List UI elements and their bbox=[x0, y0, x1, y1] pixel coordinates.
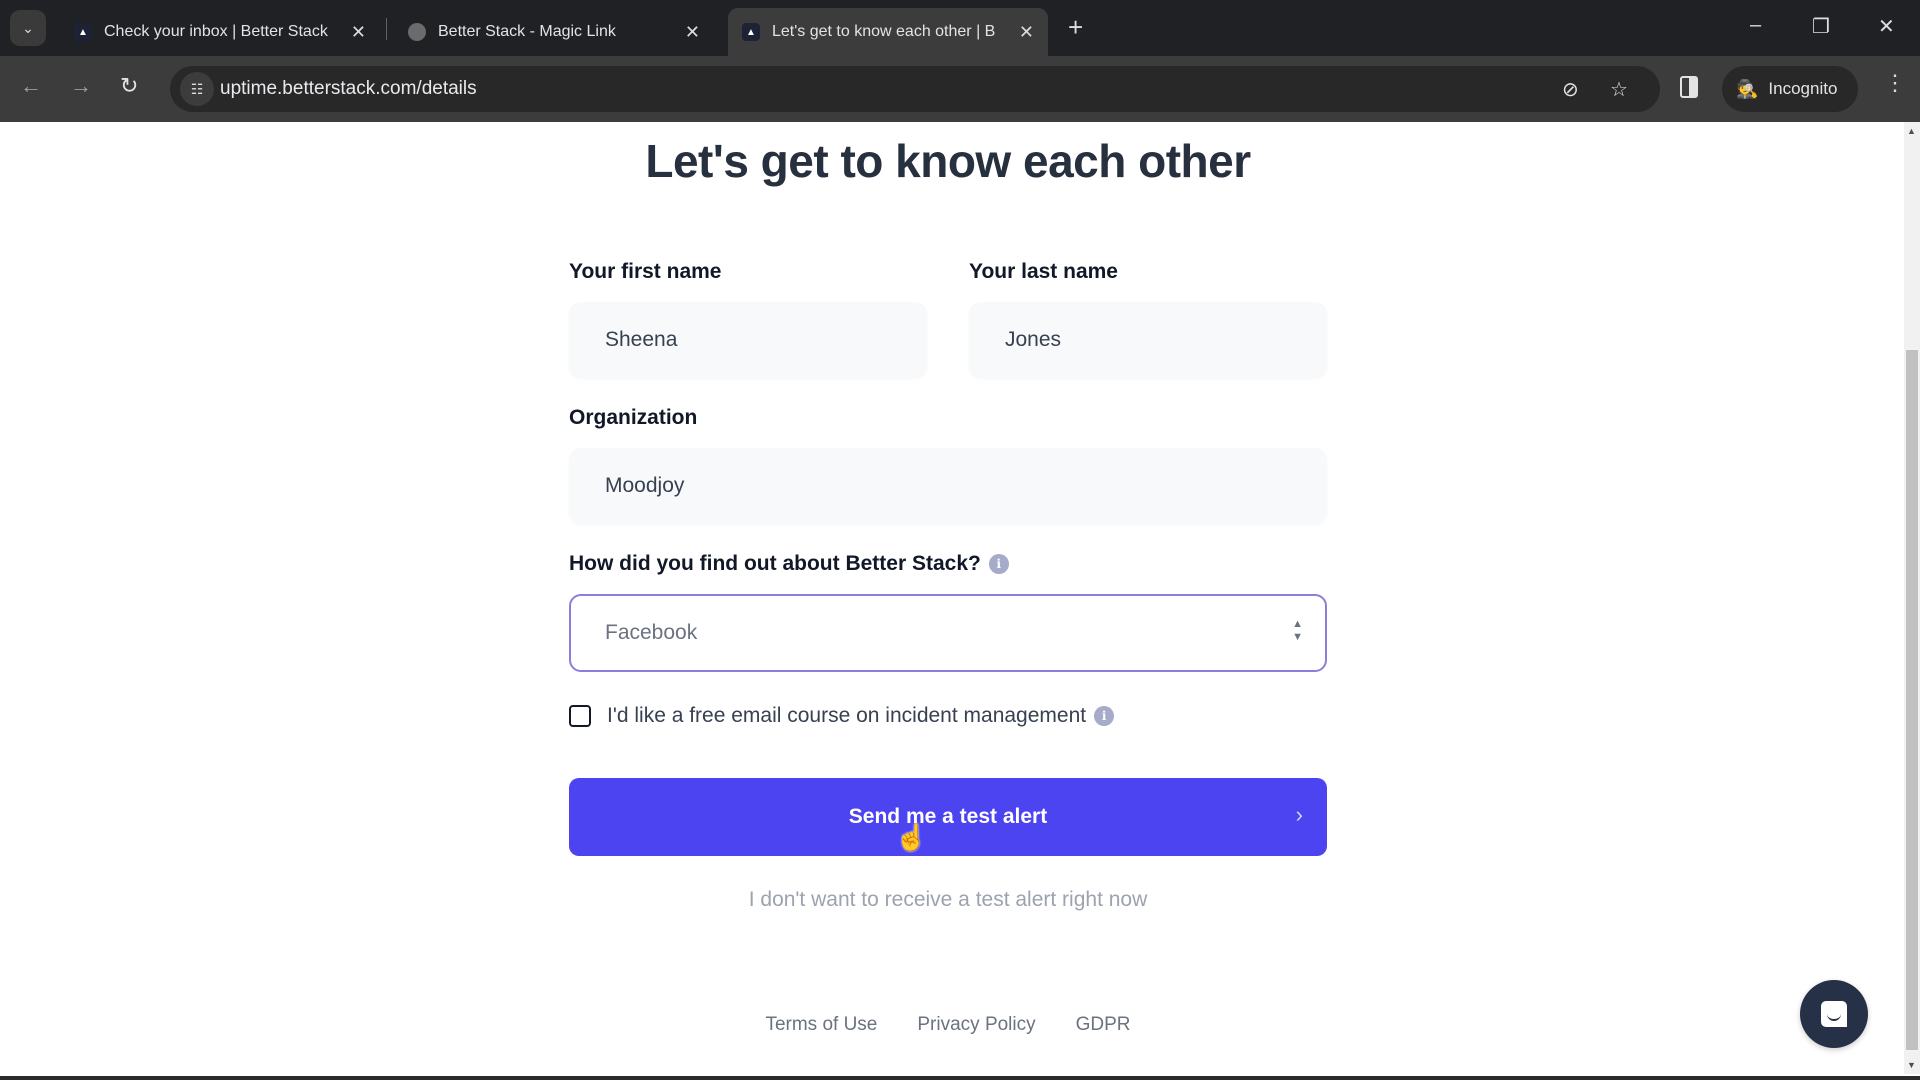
scroll-down-icon[interactable]: ▼ bbox=[1907, 1060, 1916, 1070]
tab-search-button[interactable]: ⌄ bbox=[10, 10, 46, 46]
page-scrollbar[interactable]: ▲ ▼ bbox=[1904, 122, 1920, 1074]
reload-icon[interactable]: ↻ bbox=[120, 74, 138, 98]
browser-chrome: ⌄ ▲ Check your inbox | Better Stack ✕ Be… bbox=[0, 0, 1920, 122]
first-name-label: Your first name bbox=[569, 260, 722, 283]
eye-off-icon[interactable]: ⊘ bbox=[1562, 77, 1579, 102]
address-bar[interactable]: ☷ uptime.betterstack.com/details ⊘ ☆ bbox=[170, 66, 1660, 112]
tab-strip: ⌄ ▲ Check your inbox | Better Stack ✕ Be… bbox=[0, 0, 1920, 56]
organization-input[interactable]: Moodjoy bbox=[569, 448, 1327, 524]
side-panel-icon[interactable] bbox=[1680, 76, 1698, 98]
tab-separator bbox=[386, 18, 387, 40]
browser-toolbar: ← → ↻ ☷ uptime.betterstack.com/details ⊘… bbox=[0, 56, 1920, 122]
close-tab-icon[interactable]: ✕ bbox=[685, 22, 700, 42]
minimize-icon[interactable]: – bbox=[1750, 14, 1761, 37]
last-name-value: Jones bbox=[1005, 328, 1062, 351]
source-label-text: How did you find out about Better Stack? bbox=[569, 552, 981, 575]
scroll-up-icon[interactable]: ▲ bbox=[1907, 126, 1916, 136]
email-course-checkbox[interactable] bbox=[569, 705, 591, 727]
email-course-option: I'd like a free email course on incident… bbox=[569, 704, 1115, 728]
page-content: Let's get to know each other Your first … bbox=[0, 122, 1904, 1080]
info-icon[interactable]: i bbox=[1094, 706, 1115, 726]
betterstack-logo-icon: ▲ bbox=[74, 23, 92, 41]
close-tab-icon[interactable]: ✕ bbox=[351, 22, 366, 42]
incognito-icon: 🕵 bbox=[1736, 78, 1759, 99]
menu-icon[interactable]: ⋮ bbox=[1884, 72, 1906, 94]
star-icon[interactable]: ☆ bbox=[1610, 77, 1628, 102]
page-title: Let's get to know each other bbox=[645, 135, 1251, 187]
incognito-badge[interactable]: 🕵 Incognito bbox=[1722, 66, 1858, 112]
window-close-icon[interactable]: ✕ bbox=[1878, 14, 1895, 39]
privacy-policy-link[interactable]: Privacy Policy bbox=[917, 1014, 1035, 1036]
site-settings-icon[interactable]: ☷ bbox=[180, 72, 214, 106]
scrollbar-thumb[interactable] bbox=[1906, 350, 1918, 1050]
taskbar-edge bbox=[0, 1076, 1920, 1080]
organization-label: Organization bbox=[569, 406, 698, 429]
new-tab-button[interactable]: + bbox=[1068, 14, 1083, 40]
url-text[interactable]: uptime.betterstack.com/details bbox=[220, 78, 477, 100]
source-select[interactable]: Facebook ▲ ▼ bbox=[569, 594, 1327, 672]
chevron-right-icon: › bbox=[1295, 802, 1303, 827]
incognito-label: Incognito bbox=[1768, 79, 1838, 98]
select-arrows-icon: ▲ ▼ bbox=[1292, 618, 1303, 643]
forward-icon[interactable]: → bbox=[70, 74, 92, 98]
first-name-input[interactable]: Sheena bbox=[569, 302, 927, 378]
tab-title: Better Stack - Magic Link bbox=[438, 23, 616, 40]
tab-title: Check your inbox | Better Stack bbox=[104, 23, 328, 40]
email-course-label[interactable]: I'd like a free email course on incident… bbox=[607, 704, 1086, 728]
info-icon[interactable]: i bbox=[988, 554, 1009, 575]
source-selected-value: Facebook bbox=[605, 621, 698, 644]
tab-get-to-know[interactable]: ▲ Let's get to know each other | B ✕ bbox=[728, 8, 1048, 56]
chat-icon bbox=[1821, 1001, 1847, 1027]
send-test-alert-label: Send me a test alert bbox=[848, 805, 1048, 828]
tab-magic-link[interactable]: Better Stack - Magic Link ✕ bbox=[394, 8, 714, 56]
globe-icon bbox=[408, 23, 426, 41]
betterstack-logo-icon: ▲ bbox=[742, 23, 760, 41]
chat-widget-button[interactable] bbox=[1800, 980, 1868, 1048]
footer-links: Terms of Use Privacy Policy GDPR bbox=[0, 1014, 1896, 1036]
terms-of-use-link[interactable]: Terms of Use bbox=[765, 1014, 877, 1036]
skip-test-alert-link[interactable]: I don't want to receive a test alert rig… bbox=[0, 888, 1896, 912]
last-name-input[interactable]: Jones bbox=[969, 302, 1327, 378]
restore-icon[interactable]: ❐ bbox=[1812, 14, 1830, 39]
source-label: How did you find out about Better Stack?… bbox=[569, 552, 1009, 576]
first-name-value: Sheena bbox=[605, 328, 678, 351]
pointer-cursor-icon: ☝ bbox=[895, 822, 928, 852]
back-icon[interactable]: ← bbox=[20, 74, 42, 98]
organization-value: Moodjoy bbox=[605, 474, 685, 497]
last-name-label: Your last name bbox=[969, 260, 1118, 283]
close-tab-icon[interactable]: ✕ bbox=[1019, 22, 1034, 42]
chevron-down-icon: ⌄ bbox=[22, 19, 34, 36]
gdpr-link[interactable]: GDPR bbox=[1076, 1014, 1131, 1036]
tab-check-inbox[interactable]: ▲ Check your inbox | Better Stack ✕ bbox=[60, 8, 380, 56]
send-test-alert-button[interactable]: Send me a test alert › bbox=[569, 778, 1327, 856]
tab-title: Let's get to know each other | B bbox=[772, 23, 996, 40]
